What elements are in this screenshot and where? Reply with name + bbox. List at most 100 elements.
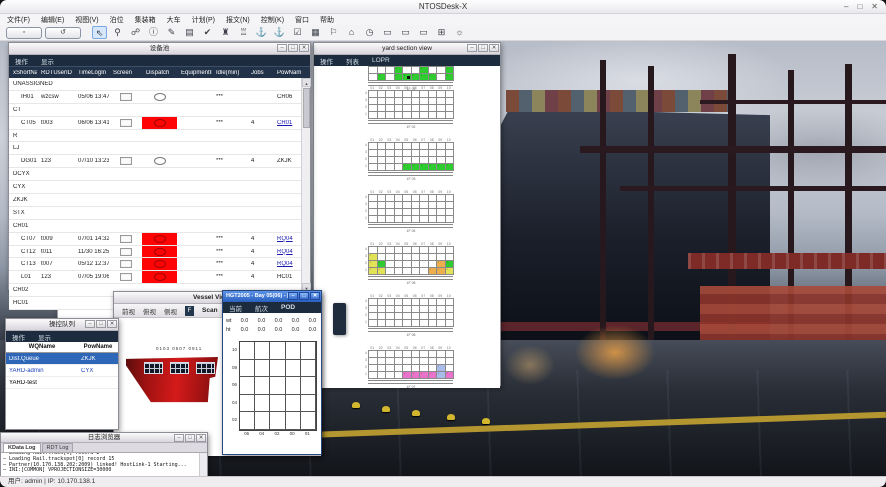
yard-slot[interactable] (420, 358, 429, 365)
yard-slot[interactable] (412, 112, 421, 119)
device-group-row[interactable]: LJ (9, 142, 301, 155)
yard-slot[interactable] (429, 164, 438, 171)
yard-slot[interactable] (395, 358, 404, 365)
yard-slot[interactable] (369, 105, 378, 112)
yard-slot[interactable] (420, 372, 429, 379)
yard-slot[interactable] (369, 98, 378, 105)
yard-slot[interactable] (446, 105, 455, 112)
yard-slot[interactable] (437, 247, 446, 254)
bay-slot[interactable] (255, 377, 270, 395)
yard-slot[interactable] (437, 67, 446, 74)
yard-slot[interactable] (420, 261, 429, 268)
yard-slot[interactable] (429, 254, 438, 261)
yard-slot[interactable] (395, 299, 404, 306)
vessel-hull-graphic[interactable] (126, 357, 218, 404)
screen-checkbox[interactable] (120, 248, 132, 256)
yard-slot[interactable] (403, 112, 412, 119)
device-group-row[interactable]: R (9, 130, 301, 143)
maximize-icon[interactable]: □ (288, 44, 298, 52)
yard-slot[interactable] (429, 247, 438, 254)
yard-slot[interactable] (369, 268, 378, 275)
yard-slot[interactable] (403, 372, 412, 379)
yard-toolbar-item-2[interactable]: LOPR (372, 57, 390, 64)
crane-icon-2[interactable]: ♖ (236, 26, 251, 39)
yard-slot[interactable] (369, 320, 378, 327)
screen-checkbox[interactable] (120, 235, 132, 243)
yard-slot[interactable] (378, 195, 387, 202)
yard-slot[interactable] (420, 164, 429, 171)
bay-slot[interactable] (240, 395, 255, 413)
bay-slot[interactable] (270, 360, 285, 378)
yard-slot[interactable] (386, 143, 395, 150)
device-pool-menu-1[interactable]: 显示 (41, 56, 54, 66)
yard-slot[interactable] (378, 91, 387, 98)
yard-slot[interactable] (403, 202, 412, 209)
column-header-xshortname[interactable]: xShortName (9, 70, 37, 76)
yard-slot[interactable] (386, 320, 395, 327)
yard-slot[interactable] (412, 261, 421, 268)
bay-slot[interactable] (301, 360, 316, 378)
yard-slot[interactable] (420, 351, 429, 358)
menubar-item-9[interactable]: 窗口 (295, 15, 309, 25)
bay-slot[interactable] (240, 360, 255, 378)
yard-slot[interactable] (386, 372, 395, 379)
vessel-toolbar-item-0[interactable]: 前视 (122, 306, 135, 316)
yard-slot[interactable] (429, 98, 438, 105)
yard-slot[interactable] (420, 299, 429, 306)
yard-slot[interactable] (369, 143, 378, 150)
yard-slot[interactable] (446, 216, 455, 223)
device-pool-titlebar[interactable]: 设备池 –□✕ (9, 43, 310, 55)
yard-slot[interactable] (403, 254, 412, 261)
queue-menu-1[interactable]: 显示 (38, 332, 51, 342)
yard-slot[interactable] (369, 313, 378, 320)
device-group-row[interactable]: STX (9, 207, 301, 220)
yard-slot[interactable] (412, 164, 421, 171)
yard-slot[interactable] (386, 313, 395, 320)
yard-slot[interactable] (378, 209, 387, 216)
yard-slot[interactable] (437, 216, 446, 223)
menubar-item-3[interactable]: 泊位 (110, 15, 124, 25)
yard-slot[interactable] (378, 247, 387, 254)
yard-slot[interactable] (378, 143, 387, 150)
yard-slot[interactable] (403, 358, 412, 365)
bay-slot[interactable] (286, 395, 301, 413)
column-header-rdtuserid[interactable]: RDTUserID (37, 70, 74, 76)
column-header-timelogin[interactable]: TimeLogIn (74, 70, 109, 76)
lamp-icon[interactable]: ☼ (452, 26, 467, 39)
yard-slot[interactable] (446, 98, 455, 105)
yard-slot[interactable] (386, 67, 395, 74)
dispatch-radio[interactable] (154, 273, 166, 281)
yard-slot[interactable] (378, 105, 387, 112)
bay-slot[interactable] (286, 412, 301, 430)
yard-slot[interactable] (369, 209, 378, 216)
yard-slot[interactable] (386, 157, 395, 164)
location-pin-icon[interactable]: ⚐ (326, 26, 341, 39)
yard-slot[interactable] (412, 195, 421, 202)
yard-slot[interactable] (429, 74, 438, 81)
yard-slot[interactable] (446, 150, 455, 157)
vessel-toolbar-item-2[interactable]: 侧视 (164, 306, 177, 316)
yard-slot[interactable] (386, 164, 395, 171)
maximize-icon[interactable]: □ (299, 292, 309, 300)
bay-slot[interactable] (240, 412, 255, 430)
log-tab-0[interactable]: KData Log (3, 443, 41, 452)
yard-slot[interactable] (403, 351, 412, 358)
bay-toolbar-item-2[interactable]: POD (281, 304, 295, 311)
yard-slot[interactable] (412, 268, 421, 275)
yard-slot[interactable] (429, 209, 438, 216)
log-vertical-scrollbar[interactable] (199, 453, 207, 476)
yard-slot[interactable] (403, 209, 412, 216)
yard-slot[interactable] (412, 105, 421, 112)
yard-slot[interactable] (420, 202, 429, 209)
scroll-thumb[interactable] (303, 88, 310, 128)
yard-slot[interactable] (386, 98, 395, 105)
edit-form-icon[interactable]: ✎ (164, 26, 179, 39)
queue-row[interactable]: Dist.QueueZKJK (6, 353, 118, 365)
menubar-item-1[interactable]: 编辑(E) (41, 15, 64, 25)
screen-checkbox[interactable] (120, 119, 132, 127)
bay-slot[interactable] (240, 377, 255, 395)
column-header-powname[interactable]: PowName (273, 70, 301, 76)
dispatch-radio[interactable] (154, 248, 166, 256)
yard-slot[interactable] (378, 372, 387, 379)
menubar-item-8[interactable]: 控制(K) (261, 15, 284, 25)
